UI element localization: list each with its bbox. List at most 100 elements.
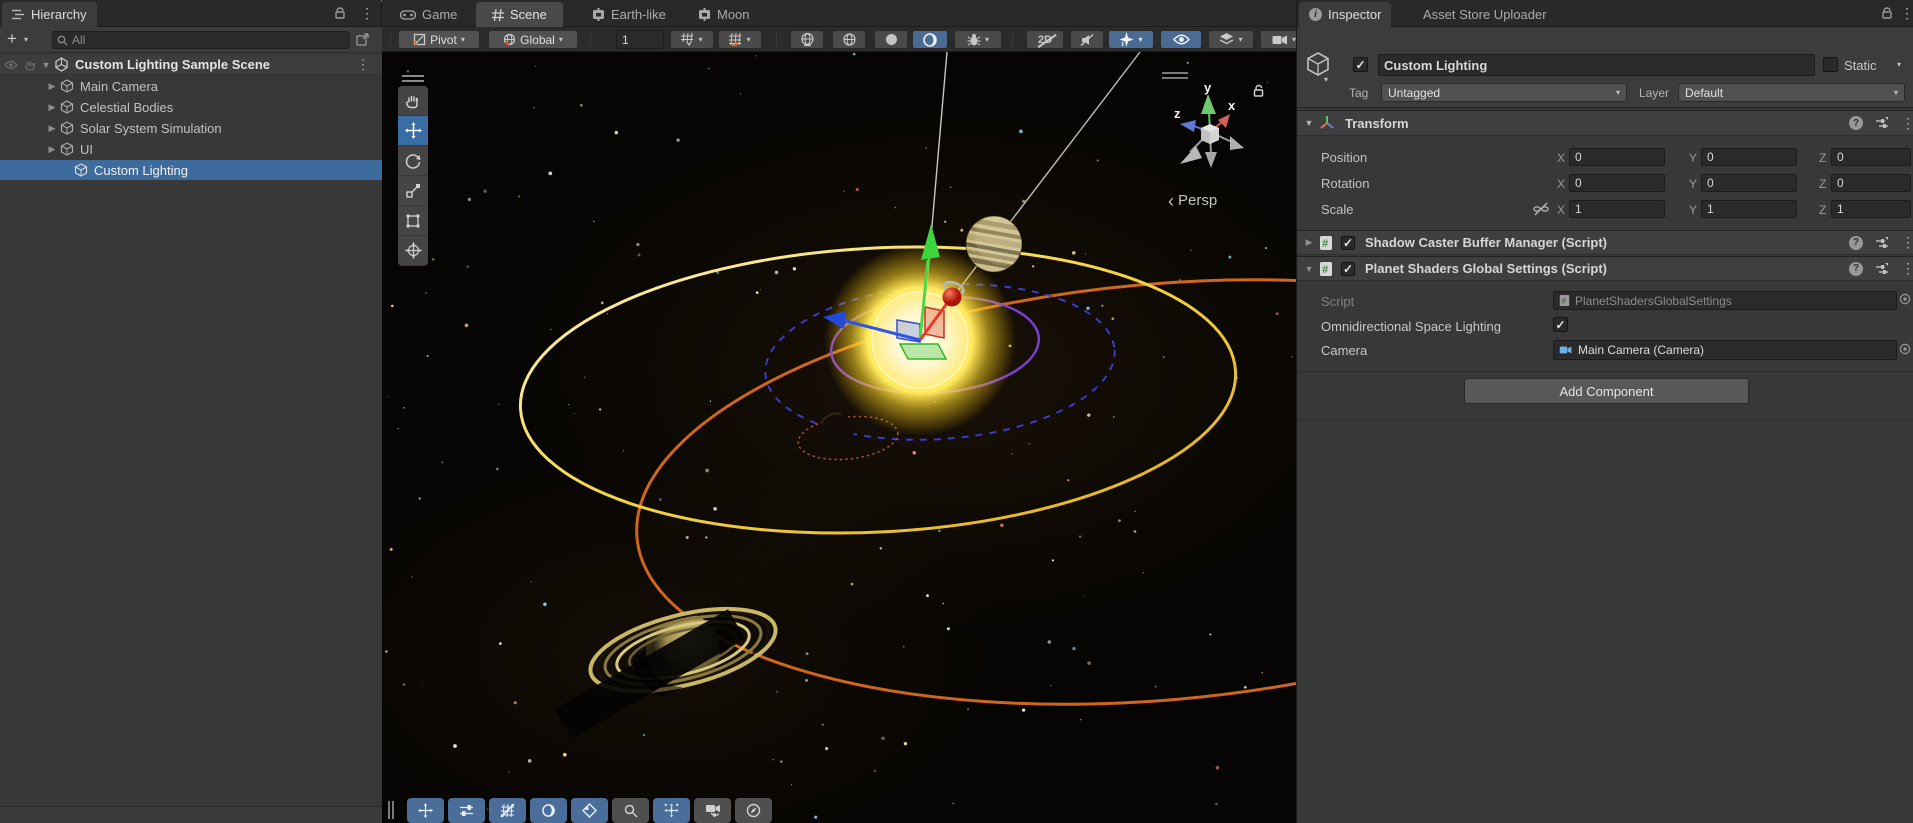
grid-snap-overlay-button[interactable]: [489, 798, 526, 823]
global-dropdown[interactable]: Global ▾: [488, 30, 578, 49]
lock-icon[interactable]: [1881, 7, 1893, 20]
row-expander[interactable]: ▶: [46, 123, 58, 134]
camera-object-field[interactable]: Main Camera (Camera): [1553, 340, 1897, 360]
overlay-drag-handle[interactable]: [398, 72, 428, 84]
scene-expander[interactable]: ▼: [40, 60, 52, 70]
snap-increment-input[interactable]: [616, 30, 664, 49]
tab-game[interactable]: Game: [390, 2, 467, 27]
create-dropdown-arrow[interactable]: ▾: [24, 36, 28, 44]
component-enabled-checkbox[interactable]: ✓: [1341, 262, 1355, 276]
transform-handles-overlay-button[interactable]: [653, 798, 690, 823]
component-expander[interactable]: ▶: [1303, 237, 1315, 248]
rotation-x-input[interactable]: [1569, 174, 1665, 192]
omni-checkbox[interactable]: ✓: [1553, 317, 1568, 332]
object-picker-icon[interactable]: [1899, 343, 1911, 355]
layers-dropdown-button[interactable]: ▾: [1208, 30, 1254, 49]
debug-bug-dropdown[interactable]: ▾: [954, 30, 1002, 49]
gameobject-name-input[interactable]: [1378, 54, 1815, 76]
component-kebab[interactable]: ⋮: [1901, 234, 1913, 251]
tab-inspector[interactable]: i Inspector: [1299, 2, 1391, 27]
transform-expander[interactable]: ▼: [1303, 118, 1315, 128]
projection-label[interactable]: ‹ Persp: [1168, 192, 1217, 209]
overlay-drag-handle[interactable]: [1162, 72, 1188, 79]
rotate-tool-button[interactable]: [398, 146, 428, 176]
help-icon[interactable]: ?: [1849, 262, 1863, 276]
navigation-overlay-button[interactable]: [735, 798, 772, 823]
visibility-eye-icon[interactable]: [4, 60, 18, 70]
grid-visibility-dropdown[interactable]: ▾: [718, 30, 762, 49]
scene-viewport[interactable]: y x z ‹ Persp: [382, 52, 1296, 823]
tool-settings-overlay-button[interactable]: [448, 798, 485, 823]
pivot-dropdown[interactable]: Pivot ▾: [398, 30, 480, 49]
tab-moon[interactable]: Moon: [688, 2, 760, 27]
shadow-caster-header[interactable]: ▶ # ✓ Shadow Caster Buffer Manager (Scri…: [1297, 230, 1913, 255]
script-object-field[interactable]: # PlanetShadersGlobalSettings: [1553, 291, 1897, 310]
active-checkbox[interactable]: ✓: [1353, 57, 1368, 72]
position-z-input[interactable]: [1831, 148, 1911, 166]
overlay-drag-handle[interactable]: [388, 801, 394, 819]
inspector-menu-kebab[interactable]: ⋮: [1900, 5, 1913, 22]
rect-tool-button[interactable]: [398, 206, 428, 236]
component-expander[interactable]: ▼: [1303, 264, 1315, 274]
planet-shaders-header[interactable]: ▼ # ✓ Planet Shaders Global Settings (Sc…: [1297, 256, 1913, 281]
grid-snap-dropdown[interactable]: ▾: [670, 30, 714, 49]
position-x-input[interactable]: [1569, 148, 1665, 166]
row-expander[interactable]: ▶: [46, 81, 58, 92]
row-expander[interactable]: ▶: [46, 102, 58, 113]
hierarchy-row-custom-lighting[interactable]: Custom Lighting: [0, 160, 382, 180]
move-tool-button[interactable]: [398, 116, 428, 146]
search-input[interactable]: [72, 33, 345, 47]
layer-dropdown[interactable]: Default ▾: [1678, 83, 1905, 102]
tab-earth-like[interactable]: Earth-like: [582, 2, 676, 27]
component-enabled-checkbox[interactable]: ✓: [1341, 236, 1355, 250]
crescent-moon-button[interactable]: [912, 30, 948, 49]
component-kebab[interactable]: ⋮: [1901, 260, 1913, 277]
object-picker-icon[interactable]: [1899, 293, 1911, 305]
transform-header[interactable]: ▼ Transform ? ⋮: [1297, 110, 1913, 136]
search-box[interactable]: [52, 31, 350, 49]
static-dropdown-arrow[interactable]: ▾: [1897, 61, 1901, 69]
hierarchy-row-celestial-bodies[interactable]: ▶ Celestial Bodies: [0, 97, 382, 117]
scene-row-kebab[interactable]: ⋮: [356, 56, 370, 73]
axis-gizmo[interactable]: y x z: [1160, 84, 1260, 184]
scene-visibility-button[interactable]: [1160, 30, 1202, 49]
rotation-y-input[interactable]: [1701, 174, 1797, 192]
scale-tool-button[interactable]: [398, 176, 428, 206]
tab-scene[interactable]: Scene: [476, 2, 563, 27]
create-button[interactable]: +: [7, 29, 17, 49]
add-component-button[interactable]: Add Component: [1464, 378, 1749, 404]
tab-asset-store-uploader[interactable]: Asset Store Uploader: [1413, 2, 1557, 27]
link-scale-icon[interactable]: [1533, 202, 1549, 216]
gameobject-icon-dropdown[interactable]: ▾: [1324, 76, 1328, 84]
help-icon[interactable]: ?: [1849, 236, 1863, 250]
wireframe-sphere-button[interactable]: [790, 30, 824, 49]
effects-dropdown-button[interactable]: ▾: [1108, 30, 1154, 49]
hierarchy-menu-kebab[interactable]: ⋮: [360, 5, 374, 22]
hierarchy-row-scene[interactable]: ▼ Custom Lighting Sample Scene ⋮: [0, 55, 382, 75]
picking-hand-icon[interactable]: [24, 59, 36, 71]
move-tools-overlay-button[interactable]: [407, 798, 444, 823]
scale-z-input[interactable]: [1831, 200, 1911, 218]
preset-icon[interactable]: [1875, 117, 1889, 131]
row-expander[interactable]: ▶: [46, 144, 58, 155]
search-overlay-button[interactable]: [612, 798, 649, 823]
transform-kebab[interactable]: ⋮: [1901, 115, 1913, 132]
toggle-2d-button[interactable]: 2D: [1026, 30, 1064, 49]
preset-icon[interactable]: [1875, 263, 1889, 277]
hierarchy-row-main-camera[interactable]: ▶ Main Camera: [0, 76, 382, 96]
hierarchy-row-solar-system[interactable]: ▶ Solar System Simulation: [0, 118, 382, 138]
view-options-overlay-button[interactable]: [530, 798, 567, 823]
hierarchy-bottom-strip[interactable]: [0, 806, 382, 823]
tag-dropdown[interactable]: Untagged ▾: [1381, 83, 1627, 102]
orientation-overlay-button[interactable]: [571, 798, 608, 823]
static-checkbox[interactable]: [1823, 57, 1838, 72]
scale-y-input[interactable]: [1701, 200, 1797, 218]
position-y-input[interactable]: [1701, 148, 1797, 166]
transform-tool-button[interactable]: [398, 236, 428, 266]
tab-hierarchy[interactable]: Hierarchy: [2, 2, 97, 27]
lock-icon[interactable]: [334, 7, 346, 20]
shaded-sphere-button[interactable]: [832, 30, 866, 49]
scale-x-input[interactable]: [1569, 200, 1665, 218]
help-icon[interactable]: ?: [1849, 116, 1863, 130]
hand-tool-button[interactable]: [398, 86, 428, 116]
